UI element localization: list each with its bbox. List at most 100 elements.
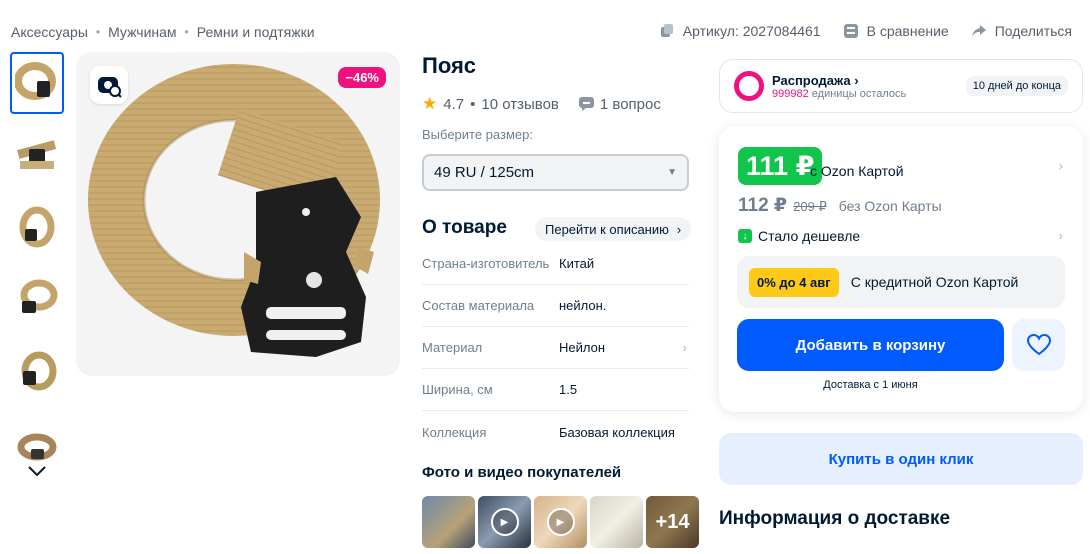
go-to-description-label: Перейти к описанию: [545, 221, 669, 237]
play-icon: ▶: [546, 508, 575, 536]
size-select[interactable]: 49 RU / 125cm ▼: [422, 154, 689, 191]
spec-value: Китай: [559, 256, 595, 271]
credit-badge: 0% до 4 авг: [749, 267, 839, 297]
share-button[interactable]: Поделиться: [971, 23, 1072, 39]
sale-count: 999982: [772, 87, 809, 100]
reviews-link[interactable]: 10 отзывов: [481, 96, 559, 113]
buy-one-click-button[interactable]: Купить в один клик: [719, 433, 1083, 485]
share-icon: [971, 25, 986, 37]
questions-link[interactable]: 1 вопрос: [578, 95, 661, 113]
chevron-right-icon[interactable]: ›: [1059, 158, 1063, 173]
spec-row: Коллекция Базовая коллекция: [422, 411, 689, 453]
belt-thumbnail-image: [20, 279, 58, 313]
delivery-date: Доставка с 1 июня: [823, 379, 918, 391]
sale-title: Распродажа ›: [772, 72, 859, 88]
article-copy[interactable]: Артикул: 2027084461: [659, 23, 821, 39]
credit-offer[interactable]: 0% до 4 авг С кредитной Ozon Картой: [737, 256, 1065, 308]
price-drop-row[interactable]: ↓ Стало дешевле: [738, 228, 860, 244]
thumbnail-list: [10, 52, 64, 484]
spec-key: Коллекция: [422, 424, 487, 440]
question-bubble-icon: [578, 97, 594, 111]
compare-label: В сравнение: [866, 23, 949, 39]
thumbnail[interactable]: [10, 268, 64, 330]
go-to-description-button[interactable]: Перейти к описанию ›: [535, 217, 692, 241]
questions-count: 1 вопрос: [599, 95, 661, 113]
belt-thumbnail-image: [19, 206, 55, 248]
chevron-right-icon: ›: [682, 340, 687, 355]
chevron-right-icon: ›: [676, 221, 682, 237]
about-heading: О товаре: [422, 217, 507, 238]
customer-photo[interactable]: [590, 496, 643, 548]
spec-key: Материал: [422, 340, 483, 355]
customer-photo-strip: ▶ ▶ +14: [422, 496, 699, 548]
chevron-down-icon[interactable]: [27, 464, 47, 478]
sale-stock: 999982 единицы осталось: [772, 88, 906, 100]
sale-text: Распродажа › 999982 единицы осталось: [772, 73, 906, 100]
caret-down-icon: ▼: [667, 167, 677, 178]
belt-thumbnail-image: [21, 351, 57, 391]
play-icon: ▶: [490, 508, 519, 536]
top-actions: Артикул: 2027084461 В сравнение Поделить…: [659, 23, 1072, 39]
belt-thumbnail-image: [17, 433, 57, 461]
chevron-right-icon[interactable]: ›: [1059, 228, 1063, 243]
heart-icon: [1026, 334, 1051, 356]
spec-key: Страна-изготовитель: [422, 256, 550, 271]
compare-button[interactable]: В сравнение: [843, 23, 949, 39]
sale-count-suffix: единицы осталось: [811, 87, 907, 100]
spec-key: Ширина, см: [422, 382, 493, 397]
delivery-info-heading: Информация о доставке: [719, 508, 951, 529]
days-left-badge: 10 дней до конца: [965, 76, 1068, 96]
rating-separator: •: [470, 95, 476, 113]
spec-row: Ширина, см 1.5: [422, 369, 689, 411]
size-value: 49 RU / 125cm: [434, 164, 535, 181]
article-number: Артикул: 2027084461: [682, 23, 821, 39]
thumbnail[interactable]: [10, 340, 64, 402]
favorite-button[interactable]: [1012, 319, 1065, 371]
spec-row: Состав материала нейлон.: [422, 285, 689, 327]
spec-list: Страна-изготовитель Китай Состав материа…: [422, 243, 689, 453]
ozon-card-note[interactable]: с Ozon Картой: [810, 163, 904, 179]
sale-banner[interactable]: Распродажа › 999982 единицы осталось 10 …: [719, 59, 1083, 113]
discount-badge: −46%: [338, 67, 386, 88]
belt-thumbnail-image: [17, 140, 57, 169]
customer-video[interactable]: ▶: [478, 496, 531, 548]
customer-video[interactable]: ▶: [534, 496, 587, 548]
customer-photos-more[interactable]: +14: [646, 496, 699, 548]
spec-row: Страна-изготовитель Китай: [422, 243, 689, 285]
breadcrumb-item-men[interactable]: Мужчинам: [108, 24, 176, 40]
copy-icon: [660, 24, 673, 37]
main-product-image[interactable]: −46%: [76, 52, 400, 376]
spec-value: Базовая коллекция: [559, 424, 675, 440]
rating-row: ★ 4.7 • 10 отзывов 1 вопрос: [422, 94, 661, 114]
thumbnail[interactable]: [10, 52, 64, 114]
thumbnail[interactable]: [10, 196, 64, 258]
arrow-down-icon: ↓: [738, 229, 752, 243]
camera-search-icon: [98, 77, 122, 98]
spec-row[interactable]: Материал Нейлон ›: [422, 327, 689, 369]
sale-ring-icon: [734, 71, 764, 101]
customer-photo[interactable]: [422, 496, 475, 548]
add-to-cart-button[interactable]: Добавить в корзину: [737, 319, 1004, 371]
customer-photos-heading: Фото и видео покупателей: [422, 464, 622, 481]
image-search-button[interactable]: [90, 66, 128, 104]
thumbnail[interactable]: [10, 124, 64, 186]
spec-value: Нейлон: [559, 340, 606, 355]
share-label: Поделиться: [994, 23, 1072, 39]
compare-icon: [843, 24, 858, 38]
more-count: +14: [646, 496, 699, 548]
breadcrumb-item-accessories[interactable]: Аксессуары: [11, 24, 88, 40]
breadcrumb-separator: •: [184, 25, 189, 39]
rating-value: 4.7: [443, 95, 465, 113]
regular-price-note: без Ozon Карты: [838, 198, 942, 214]
breadcrumb-item-belts[interactable]: Ремни и подтяжки: [197, 24, 315, 40]
spec-key: Состав материала: [422, 298, 535, 313]
size-label: Выберите размер:: [422, 127, 533, 142]
regular-price: 112 ₽: [738, 195, 788, 216]
price-card: 111 ₽ с Ozon Картой › 112 ₽ 209 ₽ без Oz…: [719, 126, 1083, 412]
spec-value: 1.5: [559, 382, 578, 397]
product-title: Пояс: [422, 53, 477, 78]
old-price: 209 ₽: [793, 199, 827, 214]
spec-value: нейлон.: [559, 298, 607, 313]
breadcrumb: Аксессуары • Мужчинам • Ремни и подтяжки: [11, 24, 315, 40]
regular-price-row: 112 ₽ 209 ₽ без Ozon Карты: [738, 194, 942, 217]
